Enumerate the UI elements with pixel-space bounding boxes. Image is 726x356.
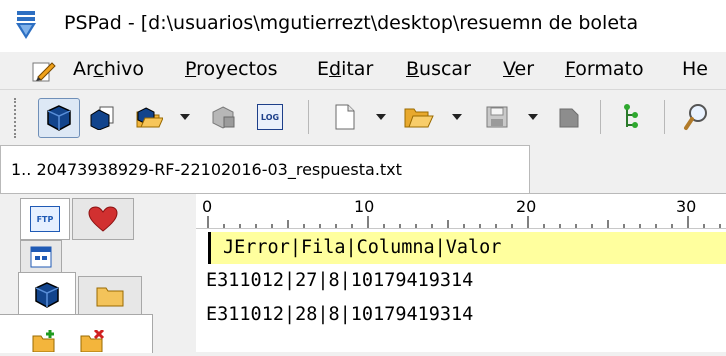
menu-ver[interactable]: Ver	[503, 58, 534, 80]
chevron-down-icon	[452, 114, 462, 120]
ftp-icon: FTP	[30, 206, 60, 232]
save-dropdown[interactable]	[524, 98, 542, 136]
file-tab-label: 1.. 20473938929-RF-22102016-03_respuesta…	[11, 160, 402, 179]
side-panel-body	[0, 314, 153, 353]
editor-area[interactable]: 0 10 20 30 JError|Fila|Columna|Valor E31…	[196, 194, 726, 352]
remove-from-project-icon[interactable]	[80, 328, 106, 353]
new-file-button[interactable]	[328, 98, 362, 136]
window-list-tab[interactable]	[20, 240, 62, 274]
editor-line[interactable]: E311012|27|8|10179419314	[206, 270, 473, 291]
new-project-button[interactable]	[86, 98, 120, 136]
save-button[interactable]	[480, 98, 514, 136]
new-file-icon	[335, 104, 355, 130]
column-ruler: 0 10 20 30	[196, 194, 726, 229]
close-file-icon	[559, 108, 579, 128]
folder-open-icon	[404, 108, 434, 128]
menu-editar[interactable]: Editar	[317, 58, 373, 80]
close-project-button[interactable]	[206, 98, 240, 136]
favorites-tab[interactable]	[72, 198, 134, 240]
log-icon: LOG	[257, 104, 283, 130]
menu-formato[interactable]: Formato	[565, 58, 644, 80]
open-project-icon	[136, 107, 163, 128]
new-file-dropdown[interactable]	[372, 98, 390, 136]
code-explorer-button[interactable]	[614, 98, 648, 136]
close-file-button[interactable]	[552, 98, 586, 136]
save-icon	[486, 106, 508, 128]
menu-buscar[interactable]: Buscar	[406, 58, 471, 80]
projects-tab[interactable]	[18, 272, 76, 318]
project-cube-button[interactable]	[38, 98, 80, 138]
open-project-button[interactable]	[132, 98, 166, 136]
heart-icon	[88, 206, 118, 232]
cube-icon	[35, 282, 59, 308]
toolbar-separator	[600, 100, 601, 134]
window-icon	[30, 246, 52, 268]
title-bar: PSPad - [d:\usuarios\mgutierrezt\desktop…	[0, 0, 726, 52]
editor-line-current[interactable]: JError|Fila|Columna|Valor	[208, 232, 726, 264]
cube-icon	[47, 105, 71, 131]
ruler-ticks	[207, 216, 721, 228]
toolbar-separator	[308, 100, 309, 134]
pencil-icon[interactable]	[30, 58, 56, 84]
chevron-down-icon	[376, 114, 386, 120]
tree-icon	[624, 104, 638, 128]
search-icon	[684, 104, 707, 130]
search-button[interactable]	[676, 98, 716, 136]
files-tab[interactable]	[78, 276, 142, 316]
window-title: PSPad - [d:\usuarios\mgutierrezt\desktop…	[64, 12, 639, 34]
folder-icon	[96, 287, 124, 307]
chevron-down-icon	[528, 114, 538, 120]
new-project-icon	[90, 106, 114, 130]
log-button[interactable]: LOG	[254, 98, 286, 136]
menu-proyectos[interactable]: Proyectos	[185, 58, 278, 80]
ftp-tab[interactable]: FTP	[20, 198, 70, 240]
open-file-dropdown[interactable]	[448, 98, 466, 136]
chevron-down-icon	[180, 114, 190, 120]
close-project-icon	[212, 106, 235, 129]
menu-archivo[interactable]: Archivo	[73, 58, 144, 80]
open-project-dropdown[interactable]	[176, 98, 194, 136]
add-to-project-icon[interactable]	[32, 330, 58, 353]
editor-line[interactable]: E311012|28|8|10179419314	[206, 304, 473, 325]
menu-help-partial[interactable]: He	[682, 58, 708, 80]
toolbar-grip[interactable]	[14, 98, 20, 138]
pspad-app-icon	[16, 11, 36, 39]
toolbar-separator	[664, 100, 665, 134]
open-file-button[interactable]	[400, 98, 438, 136]
file-tab[interactable]: 1.. 20473938929-RF-22102016-03_respuesta…	[0, 145, 530, 193]
